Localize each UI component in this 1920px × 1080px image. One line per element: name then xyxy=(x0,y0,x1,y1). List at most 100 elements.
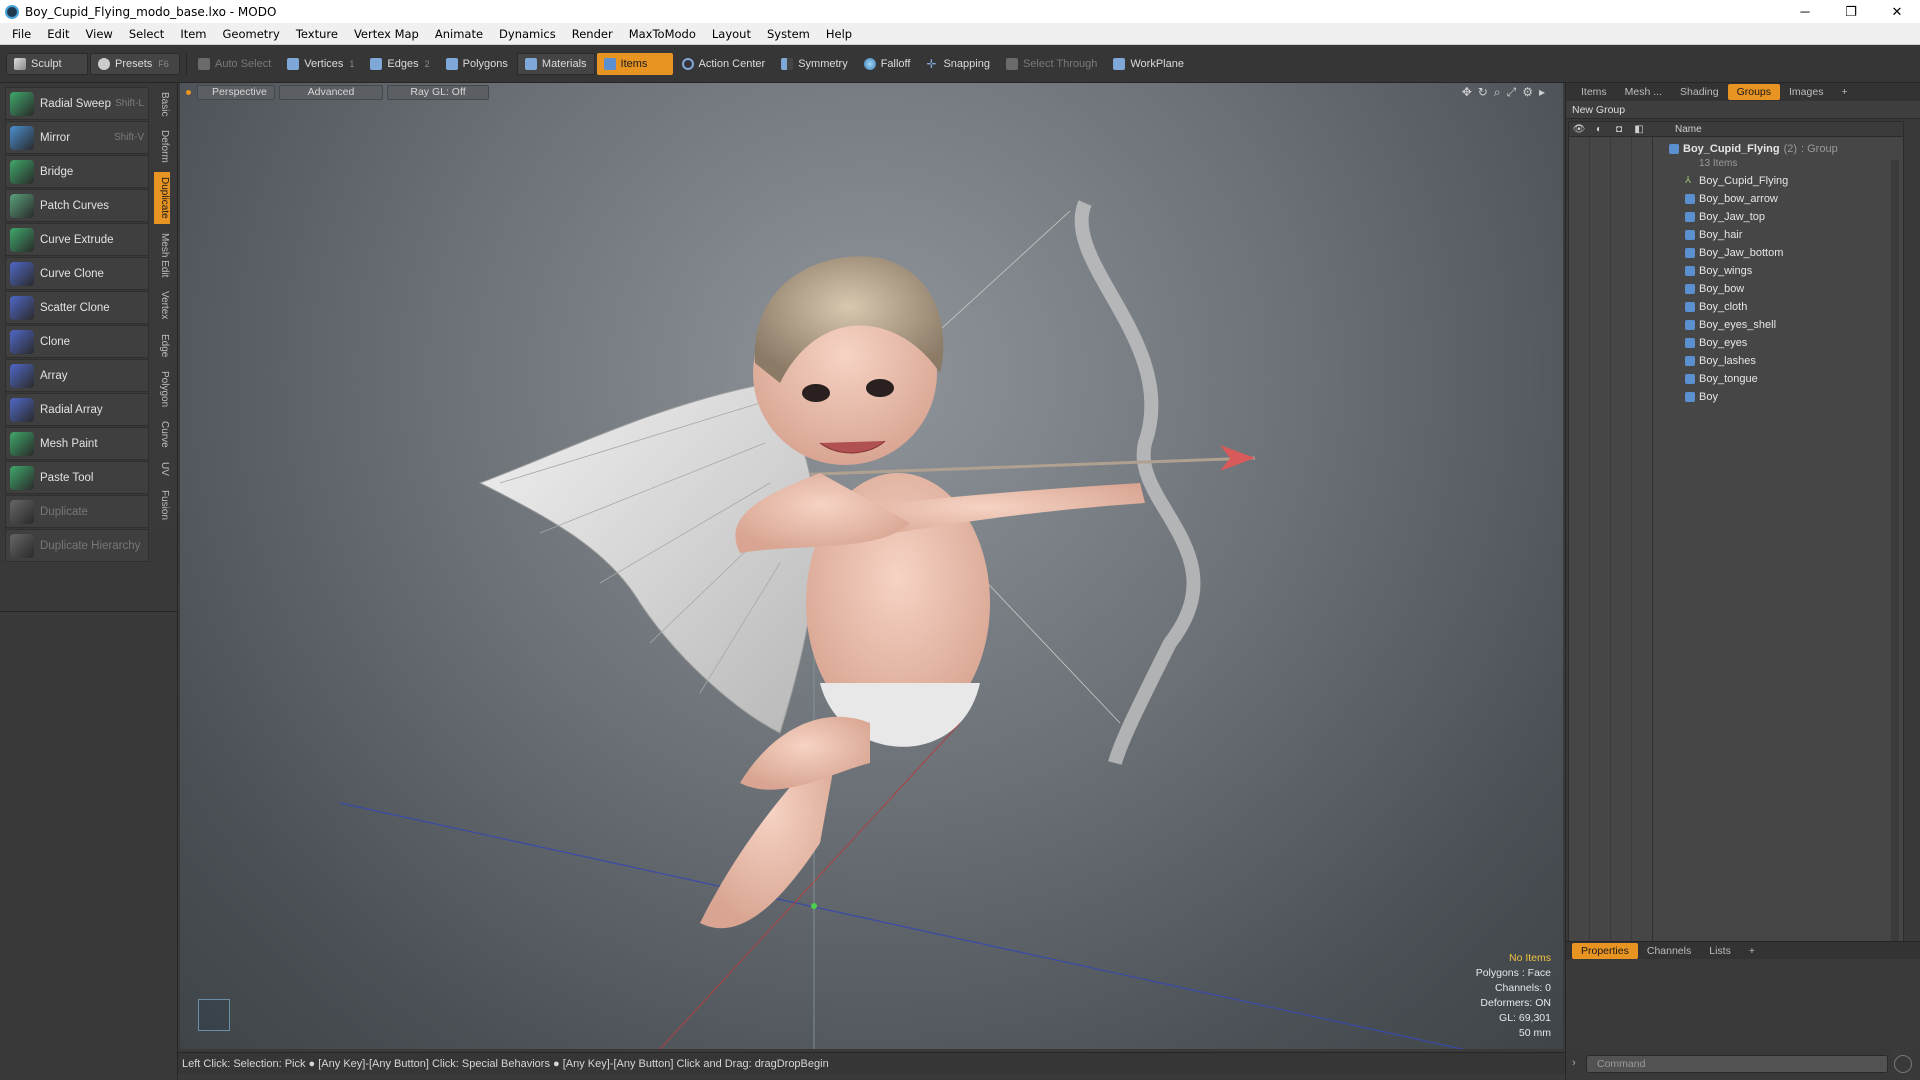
tool-duplicate-hierarchy[interactable]: Duplicate Hierarchy xyxy=(5,529,149,562)
tree-item-row[interactable]: Boy xyxy=(1569,388,1903,406)
tab-mesh[interactable]: Mesh ... xyxy=(1616,84,1671,100)
mesh-icon xyxy=(1685,338,1695,348)
tool-radial-array[interactable]: Radial Array xyxy=(5,393,149,426)
falloff-label: Falloff xyxy=(880,57,911,70)
tree-item-row[interactable]: Boy_eyes_shell xyxy=(1569,316,1903,334)
maximize-button[interactable]: ❐ xyxy=(1828,0,1874,23)
tool-curve-extrude[interactable]: Curve Extrude xyxy=(5,223,149,256)
menu-dynamics[interactable]: Dynamics xyxy=(491,27,564,41)
tool-radial-sweep[interactable]: Radial Sweep Shift-L xyxy=(5,87,149,120)
tab-items[interactable]: Items xyxy=(1572,84,1616,100)
tree-item-row[interactable]: Boy_bow_arrow xyxy=(1569,190,1903,208)
tree-item-row[interactable]: Boy_bow xyxy=(1569,280,1903,298)
menu-vertex-map[interactable]: Vertex Map xyxy=(346,27,427,41)
tree-item-row[interactable]: Boy_lashes xyxy=(1569,352,1903,370)
falloff-button[interactable]: Falloff xyxy=(857,53,918,75)
tool-label: Mirror xyxy=(40,131,71,144)
side-tab-edge[interactable]: Edge xyxy=(154,328,170,363)
tree-item-row[interactable]: Boy_tongue xyxy=(1569,370,1903,388)
vertices-number: 1 xyxy=(349,58,355,69)
close-button[interactable]: ✕ xyxy=(1874,0,1920,23)
radial-sweep-icon xyxy=(10,91,34,116)
window-title: Boy_Cupid_Flying_modo_base.lxo - MODO xyxy=(25,4,277,19)
tree-item-row[interactable]: Boy_Jaw_top xyxy=(1569,208,1903,226)
tab-channels[interactable]: Channels xyxy=(1638,943,1700,959)
menu-texture[interactable]: Texture xyxy=(288,27,346,41)
menu-view[interactable]: View xyxy=(78,27,121,41)
workplane-icon xyxy=(1113,57,1126,70)
command-input[interactable]: Command xyxy=(1586,1055,1888,1073)
tree-item-label: Boy_cloth xyxy=(1699,301,1748,313)
lock-icon[interactable]: ◘ xyxy=(1609,124,1629,135)
vertices-button[interactable]: Vertices 1 xyxy=(280,53,361,75)
tree-item-row[interactable]: ⅄ Boy_Cupid_Flying xyxy=(1569,172,1903,190)
menu-edit[interactable]: Edit xyxy=(39,27,77,41)
presets-icon xyxy=(98,57,110,70)
render-icon[interactable]: ◐ xyxy=(1589,124,1609,135)
polygons-button[interactable]: Polygons xyxy=(439,53,515,75)
action-center-button[interactable]: Action Center xyxy=(675,53,773,75)
edges-button[interactable]: Edges 2 xyxy=(363,53,436,75)
tab-groups[interactable]: Groups xyxy=(1727,84,1781,100)
presets-button[interactable]: Presets F6 xyxy=(90,52,180,75)
menu-render[interactable]: Render xyxy=(564,27,621,41)
tool-label: Patch Curves xyxy=(40,199,110,212)
side-tab-curve[interactable]: Curve xyxy=(154,416,170,453)
tool-array[interactable]: Array xyxy=(5,359,149,392)
tool-clone[interactable]: Clone xyxy=(5,325,149,358)
side-tab-duplicate[interactable]: Duplicate xyxy=(154,172,170,224)
tree-item-row[interactable]: Boy_cloth xyxy=(1569,298,1903,316)
3d-viewport[interactable]: Perspective Advanced Ray GL: Off ✥ ↻ ⌕ ⤢… xyxy=(180,83,1563,1049)
materials-button[interactable]: Materials xyxy=(516,52,595,75)
tool-scatter-clone[interactable]: Scatter Clone xyxy=(5,291,149,324)
tool-mirror[interactable]: Mirror Shift-V xyxy=(5,121,149,154)
tab-images[interactable]: Images xyxy=(1780,84,1832,100)
menu-maxtomodo[interactable]: MaxToModo xyxy=(621,27,704,41)
tree-item-row[interactable]: Boy_Jaw_bottom xyxy=(1569,244,1903,262)
select-icon[interactable]: ◧ xyxy=(1629,124,1649,135)
menu-system[interactable]: System xyxy=(759,27,818,41)
tool-duplicate[interactable]: Duplicate xyxy=(5,495,149,528)
new-group-button[interactable]: New Group xyxy=(1566,101,1920,119)
tree-item-row[interactable]: Boy_eyes xyxy=(1569,334,1903,352)
tool-mesh-paint[interactable]: Mesh Paint xyxy=(5,427,149,460)
menu-item[interactable]: Item xyxy=(172,27,214,41)
tab-properties[interactable]: Properties xyxy=(1572,942,1638,959)
side-tab-deform[interactable]: Deform xyxy=(154,125,170,169)
side-tab-basic[interactable]: Basic xyxy=(154,87,170,122)
tool-paste-tool[interactable]: Paste Tool xyxy=(5,461,149,494)
side-tab-uv[interactable]: UV xyxy=(154,456,170,481)
menu-animate[interactable]: Animate xyxy=(427,27,491,41)
items-button[interactable]: Items xyxy=(596,52,673,75)
tree-item-row[interactable]: Boy_wings xyxy=(1569,262,1903,280)
tree-item-row[interactable]: Boy_hair xyxy=(1569,226,1903,244)
menu-layout[interactable]: Layout xyxy=(704,27,759,41)
tool-label: Scatter Clone xyxy=(40,301,110,314)
visibility-eye-icon[interactable]: 👁 xyxy=(1569,124,1589,135)
symmetry-button[interactable]: Symmetry xyxy=(774,53,855,75)
tool-patch-curves[interactable]: Patch Curves xyxy=(5,189,149,222)
workplane-button[interactable]: WorkPlane xyxy=(1106,53,1191,75)
command-history-icon[interactable] xyxy=(1894,1055,1912,1073)
side-tab-mesh-edit[interactable]: Mesh Edit xyxy=(154,227,170,283)
select-through-button[interactable]: Select Through xyxy=(999,53,1104,75)
menu-geometry[interactable]: Geometry xyxy=(215,27,288,41)
tool-bridge[interactable]: Bridge xyxy=(5,155,149,188)
menu-file[interactable]: File xyxy=(4,27,39,41)
sculpt-button[interactable]: Sculpt xyxy=(6,52,88,75)
tree-scrollbar[interactable] xyxy=(1891,160,1899,1058)
add-prop-tab-icon[interactable]: + xyxy=(1740,943,1764,959)
minimize-button[interactable]: ─ xyxy=(1782,0,1828,23)
menu-help[interactable]: Help xyxy=(818,27,860,41)
side-tab-vertex[interactable]: Vertex xyxy=(154,286,170,325)
side-tab-fusion[interactable]: Fusion xyxy=(154,484,170,525)
tab-shading[interactable]: Shading xyxy=(1671,84,1728,100)
auto-select-button[interactable]: Auto Select xyxy=(191,53,278,75)
side-tab-polygon[interactable]: Polygon xyxy=(154,366,170,413)
tab-lists[interactable]: Lists xyxy=(1700,943,1740,959)
add-tab-icon[interactable]: + xyxy=(1832,84,1856,100)
snapping-button[interactable]: ✛ Snapping xyxy=(919,53,997,75)
menu-select[interactable]: Select xyxy=(121,27,172,41)
tool-curve-clone[interactable]: Curve Clone xyxy=(5,257,149,290)
array-icon xyxy=(10,363,34,388)
